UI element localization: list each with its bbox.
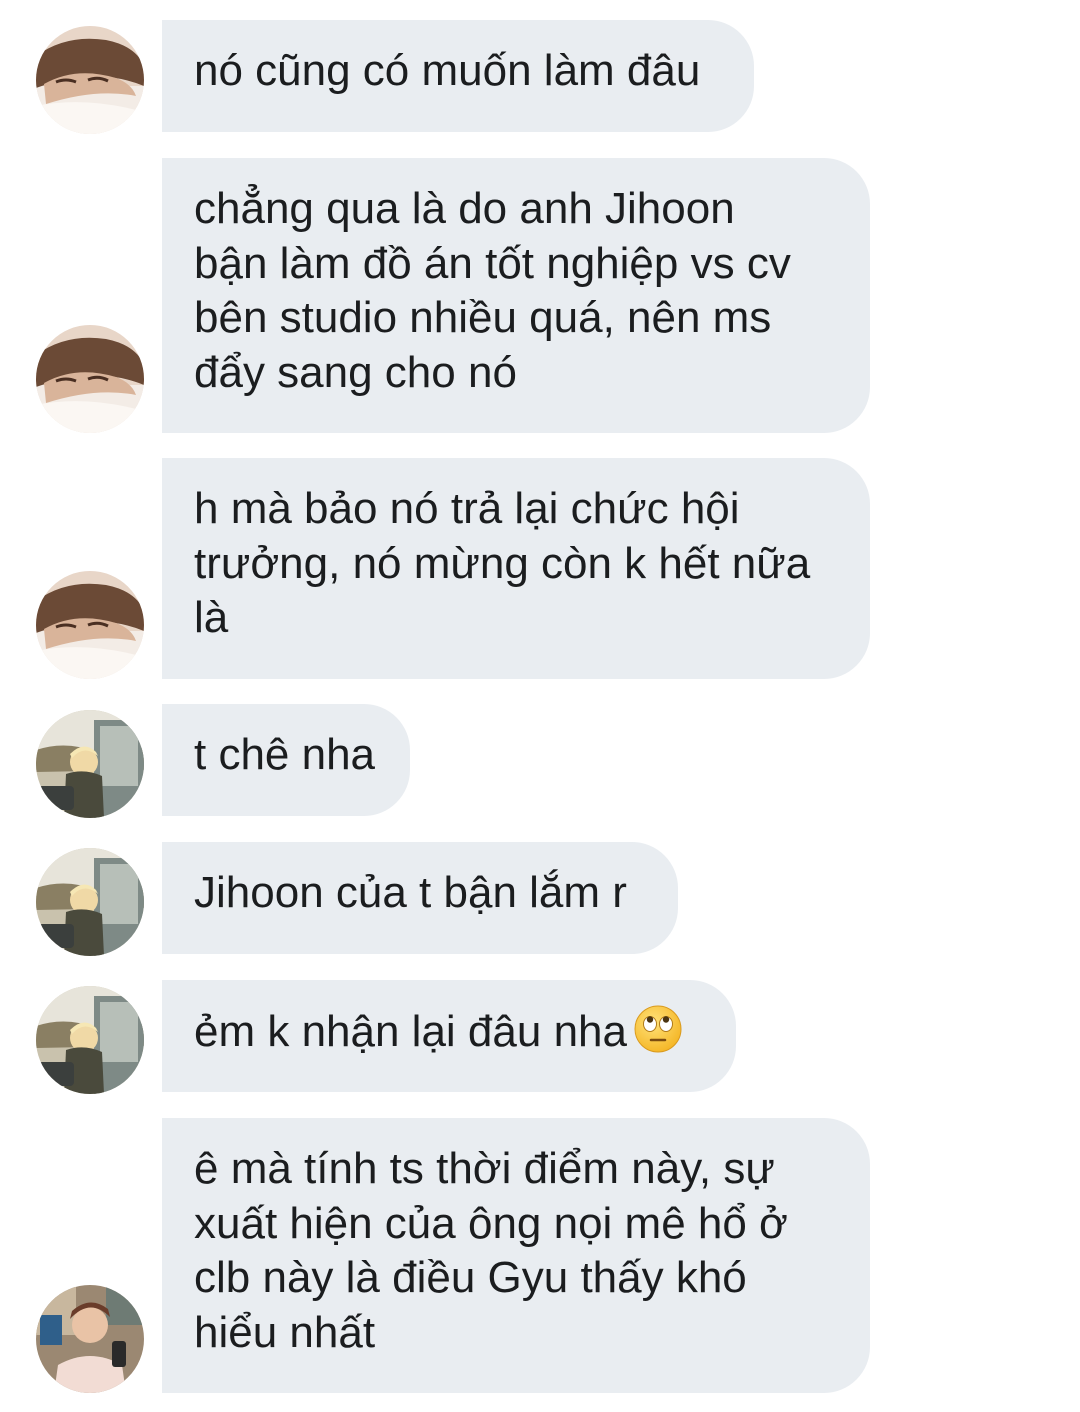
car-window-icon (36, 986, 144, 1094)
message-row: nó cũng có muốn làm đâu (0, 20, 1080, 134)
sleeping-boy-icon (36, 571, 144, 679)
message-text: xuất hiện của ông nọi mê hổ ở (194, 1198, 788, 1248)
message-text: ê mà tính ts thời điểm này, sự (194, 1144, 775, 1193)
message-bubble[interactable]: chẳng qua là do anh Jihoon bận làm đồ án… (162, 158, 870, 433)
message-text: t chê nha (194, 730, 376, 779)
message-row: ê mà tính ts thời điểm này, sự xuất hiện… (0, 1118, 1080, 1393)
message-bubble[interactable]: ẻm k nhận lại đâu nha (162, 980, 736, 1092)
car-window-icon (36, 710, 144, 818)
message-text: chẳng qua là do anh Jihoon (194, 184, 735, 233)
sender-avatar[interactable] (36, 26, 144, 134)
message-row: h mà bảo nó trả lại chức hội trưởng, nó … (0, 458, 1080, 679)
message-bubble[interactable]: h mà bảo nó trả lại chức hội trưởng, nó … (162, 458, 870, 679)
message-text-line: ẻm k nhận lại đâu nha (194, 1004, 700, 1060)
message-text: hiểu nhất (194, 1307, 376, 1357)
selfie-icon (36, 1285, 144, 1393)
message-text: bên studio nhiều quá, nên ms (194, 293, 772, 342)
sender-avatar[interactable] (36, 710, 144, 818)
message-text: Jihoon của t bận lắm r (194, 868, 627, 917)
message-text: là (194, 593, 229, 642)
message-row: Jihoon của t bận lắm r (0, 842, 1080, 956)
message-text: ẻm k nhận lại đâu nha (194, 1007, 627, 1056)
message-row: t chê nha (0, 704, 1080, 818)
message-bubble[interactable]: nó cũng có muốn làm đâu (162, 20, 754, 132)
sender-avatar[interactable] (36, 1285, 144, 1393)
message-bubble[interactable]: t chê nha (162, 704, 410, 816)
message-text: h mà bảo nó trả lại chức hội (194, 484, 740, 533)
message-text: đẩy sang cho nó (194, 347, 517, 397)
sender-avatar[interactable] (36, 986, 144, 1094)
message-text: trưởng, nó mừng còn k hết nữa (194, 538, 811, 588)
message-text: nó cũng có muốn làm đâu (194, 46, 701, 95)
eye-roll-emoji-icon (633, 1004, 683, 1054)
sender-avatar[interactable] (36, 571, 144, 679)
sender-avatar[interactable] (36, 848, 144, 956)
sleeping-boy-icon (36, 26, 144, 134)
sleeping-boy-icon (36, 325, 144, 433)
message-bubble[interactable]: ê mà tính ts thời điểm này, sự xuất hiện… (162, 1118, 870, 1393)
message-row: chẳng qua là do anh Jihoon bận làm đồ án… (0, 158, 1080, 433)
message-row: ẻm k nhận lại đâu nha (0, 980, 1080, 1094)
message-text: clb này là điều Gyu thấy khó (194, 1253, 747, 1302)
sender-avatar[interactable] (36, 325, 144, 433)
car-window-icon (36, 848, 144, 956)
message-bubble[interactable]: Jihoon của t bận lắm r (162, 842, 678, 954)
message-text: bận làm đồ án tốt nghiệp vs cv (194, 238, 791, 288)
